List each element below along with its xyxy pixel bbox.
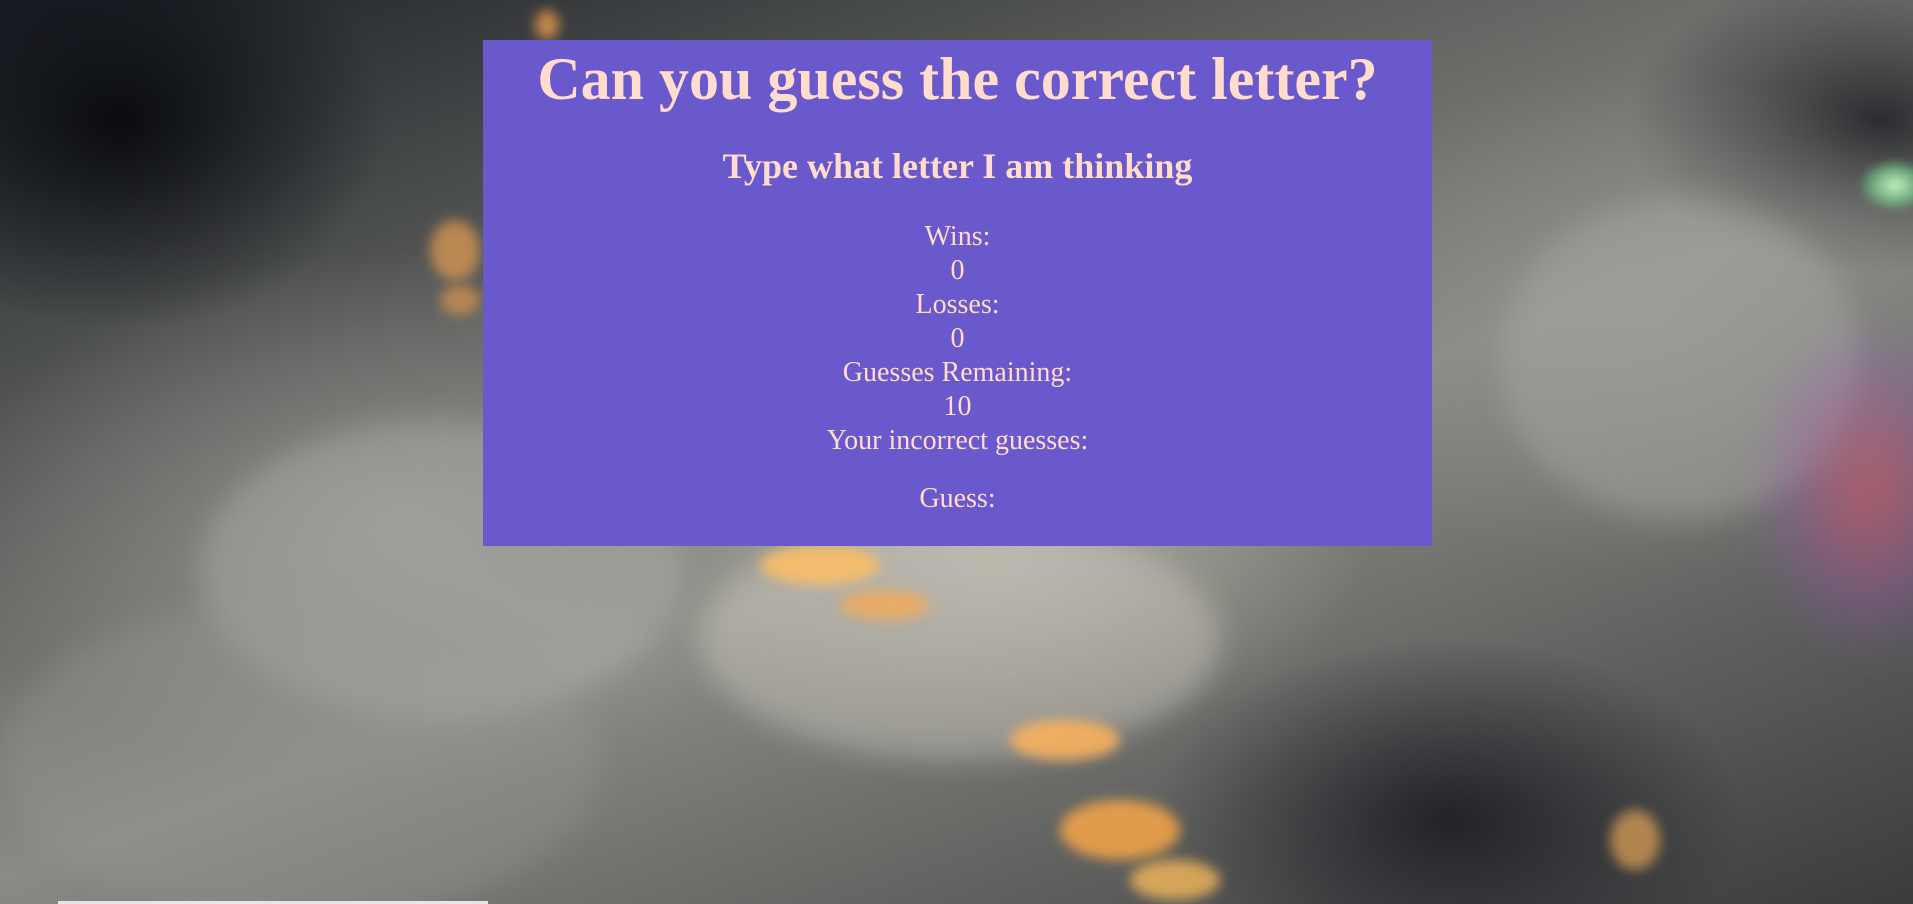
incorrect-guesses-label: Your incorrect guesses:	[826, 425, 1089, 456]
guesses-remaining-value: 10	[943, 391, 972, 422]
guess-row: Guess:	[483, 482, 1432, 516]
stats-block: Wins: 0 Losses: 0 Guesses Remaining: 10 …	[483, 220, 1432, 516]
instructions-text: Type what letter I am thinking	[722, 146, 1193, 186]
incorrect-guesses-value	[483, 458, 1432, 464]
losses-value: 0	[950, 323, 965, 354]
page-title: Can you guess the correct letter?	[537, 46, 1378, 112]
losses-label: Losses:	[915, 289, 1000, 320]
wins-label: Wins:	[924, 221, 991, 252]
guesses-remaining-label: Guesses Remaining:	[842, 357, 1073, 388]
guess-label: Guess:	[919, 483, 996, 514]
wins-value: 0	[950, 255, 965, 286]
game-panel: Can you guess the correct letter? Type w…	[483, 40, 1432, 546]
